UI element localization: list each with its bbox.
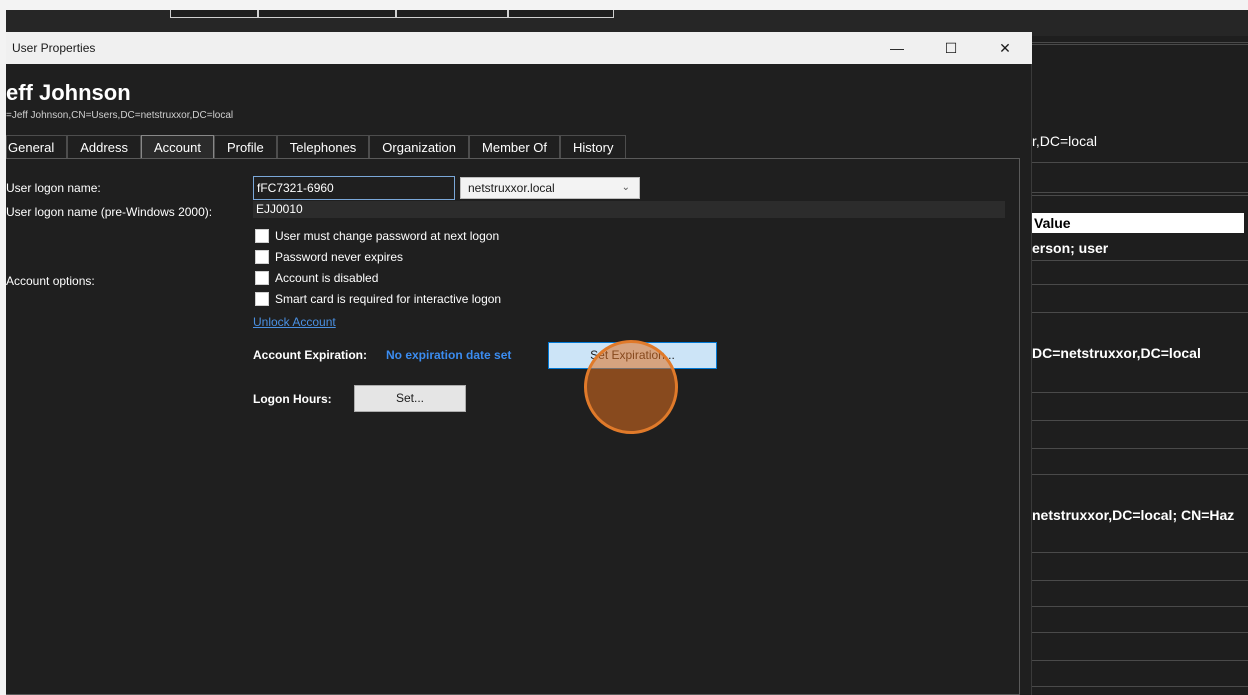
divider <box>1032 260 1248 261</box>
checkbox[interactable] <box>255 250 269 264</box>
divider <box>1032 162 1248 163</box>
tab-member-of[interactable]: Member Of <box>469 135 561 159</box>
divider <box>1032 192 1248 193</box>
option-must-change-password[interactable]: User must change password at next logon <box>255 228 499 244</box>
tab-general[interactable]: General <box>6 135 68 159</box>
pre2000-logon-field[interactable]: EJJ0010 <box>253 201 1005 218</box>
tab-history[interactable]: History <box>560 135 627 159</box>
set-logon-hours-button[interactable]: Set... <box>354 385 466 412</box>
logon-hours-label: Logon Hours: <box>253 392 332 406</box>
option-label: Account is disabled <box>275 271 379 285</box>
checkbox[interactable] <box>255 229 269 243</box>
divider <box>1032 606 1248 607</box>
close-button[interactable]: ✕ <box>982 32 1028 64</box>
tab-telephones[interactable]: Telephones <box>276 135 370 159</box>
domain-select-value: netstruxxor.local <box>468 181 555 195</box>
background-dn-fragment: r,DC=local <box>1032 133 1097 149</box>
tab-account[interactable]: Account <box>140 135 214 159</box>
divider <box>1032 632 1248 633</box>
option-account-disabled[interactable]: Account is disabled <box>255 270 378 286</box>
tab-profile[interactable]: Profile <box>213 135 277 159</box>
tab-address[interactable]: Address <box>67 135 141 159</box>
maximize-button[interactable]: ☐ <box>928 32 974 64</box>
option-label: Smart card is required for interactive l… <box>275 292 502 306</box>
divider <box>1032 660 1248 661</box>
account-expiration-label: Account Expiration: <box>253 348 368 362</box>
checkbox[interactable] <box>255 271 269 285</box>
dialog-title: User Properties <box>12 41 96 55</box>
user-properties-dialog: User Properties — ☐ ✕ eff Johnson =Jeff … <box>6 32 1032 695</box>
divider <box>1032 474 1248 475</box>
set-expiration-button[interactable]: Set Expiration... <box>548 342 717 369</box>
domain-select[interactable]: netstruxxor.local ⌄ <box>460 177 640 199</box>
logon-name-label: User logon name: <box>6 181 101 195</box>
option-label: Password never expires <box>275 250 404 264</box>
user-display-name: eff Johnson <box>6 80 131 105</box>
chevron-down-icon: ⌄ <box>621 182 630 193</box>
option-label: User must change password at next logon <box>275 229 500 243</box>
divider <box>1032 580 1248 581</box>
checkbox[interactable] <box>255 292 269 306</box>
distinguished-name: =Jeff Johnson,CN=Users,DC=netstruxxor,DC… <box>6 110 234 121</box>
tab-organization[interactable]: Organization <box>369 135 470 159</box>
background-memberof-value: netstruxxor,DC=local; CN=Haz <box>1032 507 1235 523</box>
divider <box>1032 284 1248 285</box>
pre2000-logon-label: User logon name (pre-Windows 2000): <box>6 205 213 219</box>
tab-bar: General Address Account Profile Telephon… <box>6 135 627 159</box>
divider <box>1032 195 1248 196</box>
divider <box>1032 392 1248 393</box>
divider <box>1032 448 1248 449</box>
unlock-account-link[interactable]: Unlock Account <box>253 315 336 329</box>
value-column-header[interactable]: Value <box>1032 213 1244 233</box>
background-objectclass-value: erson; user <box>1032 240 1109 256</box>
dialog-titlebar[interactable]: User Properties — ☐ ✕ <box>6 32 1032 64</box>
background-tab[interactable] <box>170 10 258 18</box>
background-tab[interactable] <box>396 10 508 18</box>
divider <box>1032 420 1248 421</box>
option-smart-card-required[interactable]: Smart card is required for interactive l… <box>255 291 501 307</box>
divider <box>1032 42 1248 43</box>
divider <box>1032 44 1248 45</box>
expiration-status: No expiration date set <box>386 348 512 362</box>
background-tab[interactable] <box>508 10 614 18</box>
option-password-never-expires[interactable]: Password never expires <box>255 249 403 265</box>
minimize-button[interactable]: — <box>874 32 920 64</box>
background-tab[interactable] <box>258 10 396 18</box>
divider <box>1032 312 1248 313</box>
divider <box>1032 552 1248 553</box>
divider <box>1032 686 1248 687</box>
account-tab-panel <box>6 158 1020 695</box>
logon-name-input[interactable] <box>253 176 455 200</box>
background-dc-value: DC=netstruxxor,DC=local <box>1032 345 1201 361</box>
account-options-label: Account options: <box>6 274 95 288</box>
